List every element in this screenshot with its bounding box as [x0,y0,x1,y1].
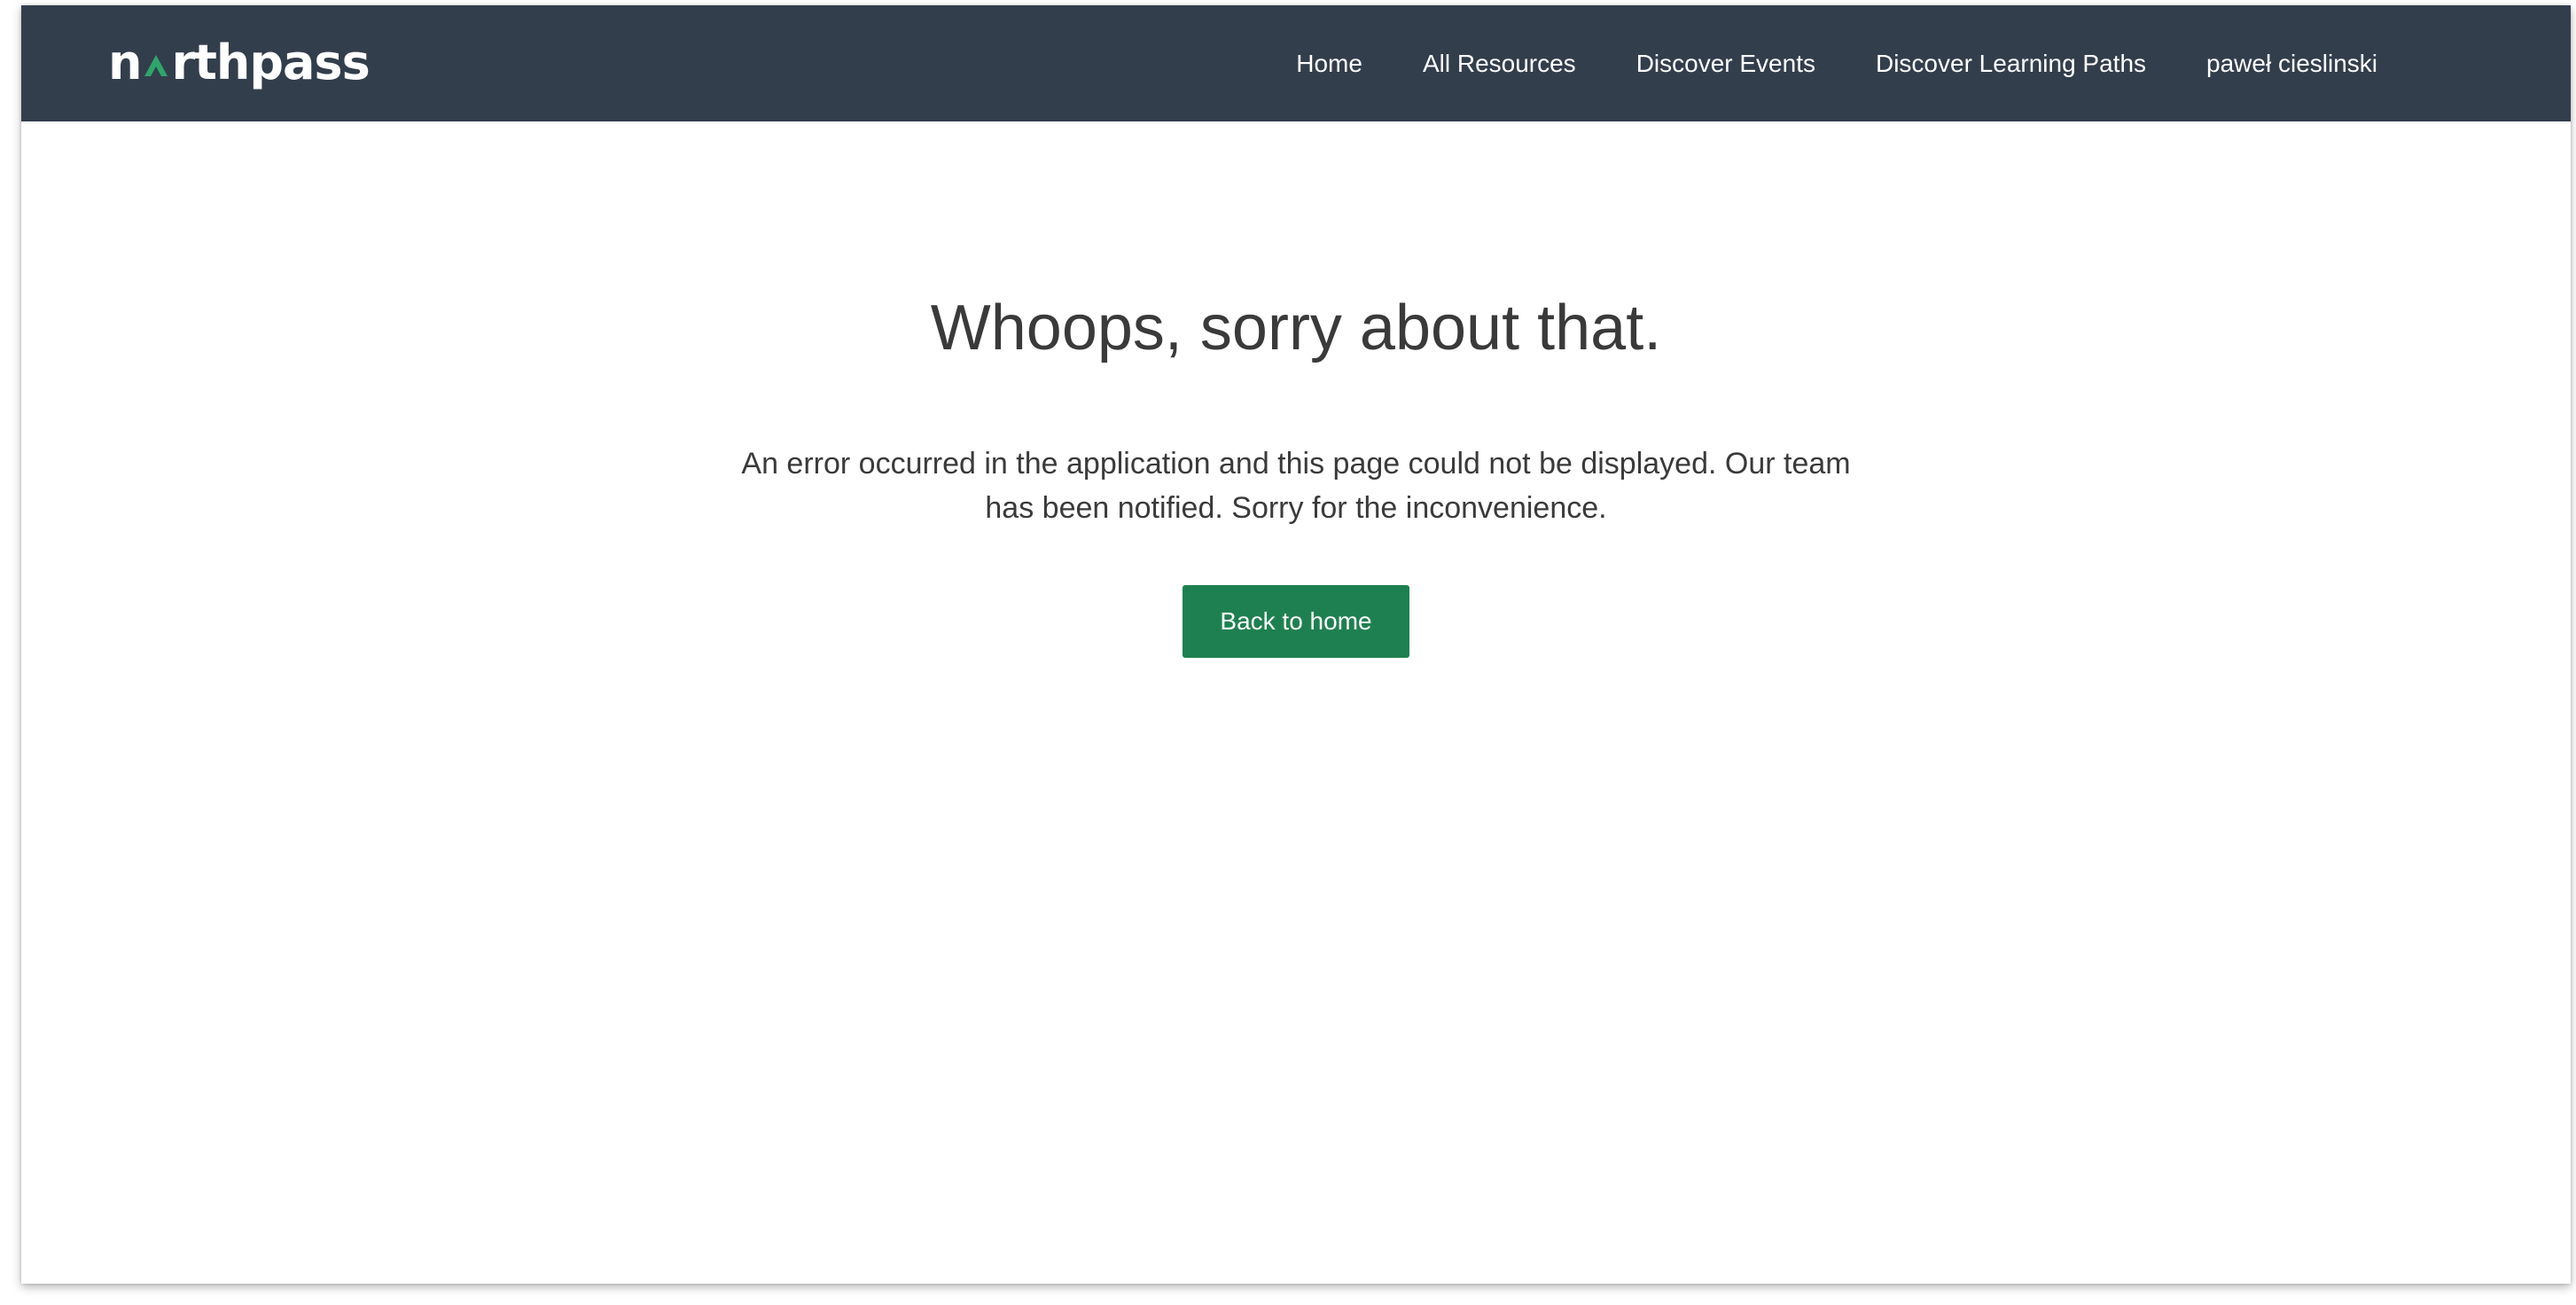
error-message: An error occurred in the application and… [741,447,1851,525]
error-content: Whoops, sorry about that. An error occur… [21,121,2571,658]
mountain-peak-icon [143,50,169,80]
nav-all-resources[interactable]: All Resources [1423,50,1576,78]
app-window: n rthpass Home All Resources Discover Ev… [21,5,2571,1284]
main-nav: Home All Resources Discover Events Disco… [1296,5,2377,121]
user-menu[interactable]: paweł cieslinski [2206,50,2377,78]
top-navbar: n rthpass Home All Resources Discover Ev… [21,5,2571,121]
logo-text-start: n [108,35,142,90]
nav-discover-events[interactable]: Discover Events [1636,50,1815,78]
northpass-logo[interactable]: n rthpass [108,32,371,94]
logo-text-end: rthpass [171,35,370,90]
page-title: Whoops, sorry about that. [930,293,1662,363]
back-to-home-button[interactable]: Back to home [1183,584,1409,658]
nav-discover-learning-paths[interactable]: Discover Learning Paths [1876,50,2146,78]
nav-home[interactable]: Home [1296,50,1362,78]
